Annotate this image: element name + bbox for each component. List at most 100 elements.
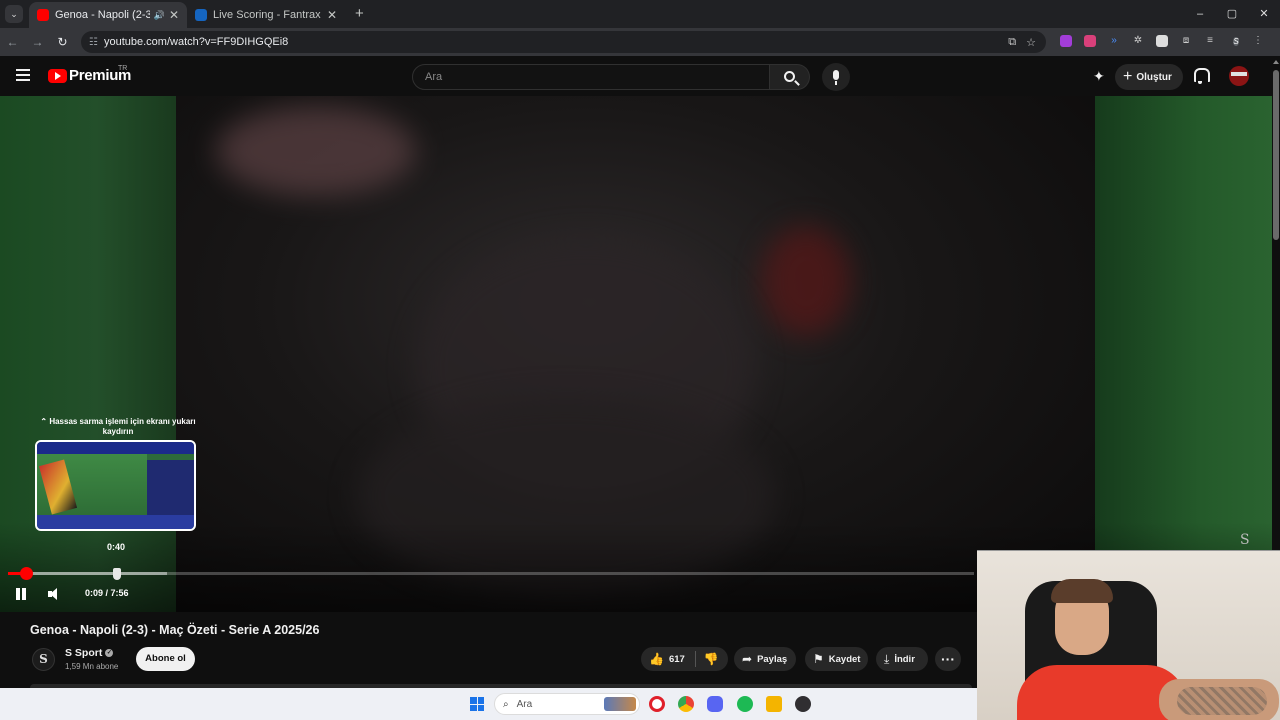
new-tab-button[interactable]: + <box>355 5 364 22</box>
sparkle-icon[interactable]: ✦ <box>1093 69 1107 83</box>
taskbar-search-input[interactable]: ⌕ Ara <box>494 693 640 715</box>
close-window-button[interactable]: ✕ <box>1248 0 1280 28</box>
extensions-area: » ✲ ⧈ ≡ S ⋮ <box>1054 35 1270 49</box>
discord-icon[interactable] <box>707 696 723 712</box>
voice-search-button[interactable] <box>822 63 850 91</box>
maximize-button[interactable]: ▢ <box>1216 0 1248 28</box>
save-button[interactable]: ⚑ Kaydet <box>805 647 868 671</box>
share-arrow-icon: ➦ <box>742 652 753 666</box>
obs-icon[interactable] <box>795 696 811 712</box>
search-button[interactable] <box>770 64 810 90</box>
minimize-button[interactable]: – <box>1184 0 1216 28</box>
bookmark-icon: ⚑ <box>813 652 824 666</box>
url-text: youtube.com/watch?v=FF9DIHGQEi8 <box>103 36 289 48</box>
pause-icon[interactable] <box>14 587 28 601</box>
browser-tab-fantrax[interactable]: Live Scoring - Fantrax ✕ <box>187 2 345 28</box>
webcam-person-hair <box>1051 579 1113 603</box>
share-label: Paylaş <box>757 653 788 665</box>
tab-search-button[interactable]: ⌄ <box>5 5 23 23</box>
extensions-puzzle-icon[interactable]: ⧈ <box>1174 35 1198 49</box>
youtube-favicon-icon <box>37 9 49 21</box>
menu-hamburger-icon[interactable] <box>16 69 30 81</box>
channel-name[interactable]: S Sport ✓ <box>65 647 114 659</box>
preview-inset <box>147 460 194 515</box>
dislike-thumb-icon[interactable]: 👎 <box>704 652 719 666</box>
volume-icon[interactable] <box>47 587 63 601</box>
file-explorer-icon[interactable] <box>766 696 782 712</box>
scrollbar-thumb[interactable] <box>1273 70 1279 240</box>
forward-icon[interactable]: → <box>25 35 50 49</box>
chrome-icon[interactable] <box>678 696 694 712</box>
install-app-icon[interactable]: ⧉ <box>1008 36 1016 49</box>
extension-blue-icon[interactable]: » <box>1102 35 1126 49</box>
preview-scorebar <box>37 442 194 454</box>
progress-bar[interactable] <box>8 567 974 580</box>
tab-audio-icon[interactable]: 🔊 <box>154 10 165 21</box>
subscribe-button[interactable]: Abone ol <box>136 647 195 671</box>
video-red-shape <box>761 226 851 336</box>
profile-avatar-icon[interactable]: S <box>1222 35 1246 49</box>
address-bar[interactable]: ☷ youtube.com/watch?v=FF9DIHGQEi8 ⧉ ☆ <box>81 31 1046 53</box>
extension-qr-icon[interactable] <box>1150 35 1174 49</box>
channel-avatar[interactable]: S <box>32 648 55 671</box>
channel-watermark[interactable]: S <box>1240 532 1250 548</box>
create-label: Oluştur <box>1136 71 1172 83</box>
window-controls: – ▢ ✕ <box>1184 0 1280 28</box>
tab-close-icon[interactable]: ✕ <box>169 8 179 22</box>
video-flag-shape <box>216 106 416 196</box>
search-icon <box>784 71 795 82</box>
create-button[interactable]: + Oluştur <box>1115 64 1183 90</box>
taskbar-search-icon: ⌕ <box>503 698 509 710</box>
preview-lower-bar <box>37 515 194 529</box>
back-icon[interactable]: ← <box>0 35 25 49</box>
like-dislike-group: 👍 617 👎 <box>641 647 728 671</box>
tab-title: Genoa - Napoli (2-3) - Maç <box>55 9 150 21</box>
seek-hint-text: ⌃ Hassas sarma işlemi için ekranı yukarı… <box>40 417 196 436</box>
youtube-logo-icon[interactable] <box>48 69 67 83</box>
like-divider <box>694 651 696 667</box>
account-avatar[interactable] <box>1229 66 1249 86</box>
reload-icon[interactable]: ↻ <box>50 35 75 49</box>
media-control-icon[interactable]: ≡ <box>1198 35 1222 49</box>
site-info-icon[interactable]: ☷ <box>89 37 98 48</box>
browser-tab-strip: ⌄ Genoa - Napoli (2-3) - Maç 🔊 ✕ Live Sc… <box>0 0 1280 28</box>
like-thumb-icon[interactable]: 👍 <box>649 652 664 666</box>
channel-name-text[interactable]: S Sport <box>65 647 102 659</box>
extension-pink-icon[interactable] <box>1078 35 1102 49</box>
fantrax-favicon-icon <box>195 9 207 21</box>
tab-close-icon[interactable]: ✕ <box>327 8 337 22</box>
subscriber-count: 1,59 Mn abone <box>65 662 119 671</box>
windows-start-icon[interactable] <box>470 697 484 711</box>
opera-icon[interactable] <box>649 696 665 712</box>
notifications-bell-icon[interactable] <box>1193 68 1210 84</box>
youtube-masthead: Premium TR Ara ✦ + Oluştur <box>0 56 1272 96</box>
spotify-icon[interactable] <box>737 696 753 712</box>
download-button[interactable]: ⤓ İndir <box>876 647 928 671</box>
like-count[interactable]: 617 <box>669 654 685 665</box>
plus-icon: + <box>1123 68 1133 85</box>
time-display: 0:09 / 7:56 <box>85 588 129 598</box>
bookmark-star-icon[interactable]: ☆ <box>1026 36 1036 49</box>
search-input[interactable]: Ara <box>412 64 770 90</box>
scroll-up-arrow-icon[interactable] <box>1273 60 1279 64</box>
seek-preview-thumbnail <box>35 440 196 531</box>
save-label: Kaydet <box>828 653 861 665</box>
browser-menu-icon[interactable]: ⋮ <box>1246 35 1270 49</box>
screen: ⌄ Genoa - Napoli (2-3) - Maç 🔊 ✕ Live Sc… <box>0 0 1280 720</box>
more-actions-button[interactable]: ··· <box>935 647 961 671</box>
search-highlight-image <box>604 697 636 711</box>
video-player[interactable]: ⌃ Hassas sarma işlemi için ekranı yukarı… <box>0 96 1272 612</box>
webcam-overlay <box>977 550 1280 720</box>
extension-purple-icon[interactable] <box>1054 35 1078 49</box>
browser-toolbar: ← → ↻ ☷ youtube.com/watch?v=FF9DIHGQEi8 … <box>0 28 1280 56</box>
microphone-icon <box>833 70 839 85</box>
webcam-arm-tattoo <box>1177 687 1267 715</box>
video-title: Genoa - Napoli (2-3) - Maç Özeti - Serie… <box>30 623 320 637</box>
share-button[interactable]: ➦ Paylaş <box>734 647 796 671</box>
extension-openai-icon[interactable]: ✲ <box>1126 35 1150 49</box>
taskbar-search-placeholder: Ara <box>516 698 533 710</box>
browser-tab-youtube[interactable]: Genoa - Napoli (2-3) - Maç 🔊 ✕ <box>29 2 187 28</box>
download-label: İndir <box>894 653 915 665</box>
verified-badge-icon: ✓ <box>105 649 114 658</box>
tab-title: Live Scoring - Fantrax <box>213 9 321 21</box>
